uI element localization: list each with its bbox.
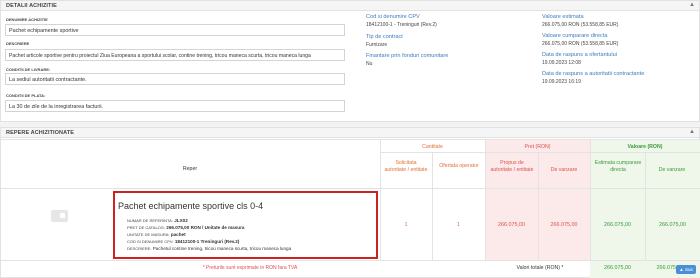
item-desc-value: Pachetul contine trening, tricou maneca … — [152, 246, 292, 251]
raspuns-autoritate-value: 19.09.2023 16:19 — [542, 79, 581, 85]
plata-label: CONDITII DE PLATA: — [6, 93, 46, 98]
item-catalog-label: PRET DE CATALOG: — [127, 225, 166, 230]
cell-val-vanzare: 266.075,00 — [659, 222, 686, 228]
col-divider — [590, 139, 591, 260]
denumire-field[interactable]: Pachet echipamente sportive — [5, 24, 345, 36]
col-reper-header: Reper — [182, 166, 198, 172]
details-panel-title: DETALII ACHIZITIE — [6, 3, 57, 9]
cpv-label: Cod si denumire CPV — [366, 14, 420, 20]
raspuns-autoritate-label: Data de raspuns a autoritatii contractan… — [542, 71, 645, 77]
tip-contract-label: Tip de contract — [366, 34, 403, 40]
totals-label: Valori totale (RON) * — [516, 265, 564, 271]
repere-panel-header[interactable]: REPERE ACHIZITIONATE ▲ — [1, 128, 699, 138]
grp-cantitate-header: Cantitate — [422, 144, 443, 150]
descriere-field[interactable]: Pachet articole sportive pentru proiectu… — [5, 49, 345, 61]
collapse-caret-icon[interactable]: ▲ — [689, 2, 695, 8]
repere-panel-title: REPERE ACHIZITIONATE — [6, 130, 75, 136]
item-image-placeholder — [51, 210, 68, 222]
item-catalog-row: PRET DE CATALOG: 266.075,00 RON / Unitat… — [127, 225, 244, 230]
collapse-caret-icon[interactable]: ▲ — [689, 129, 695, 135]
plata-field[interactable]: La 30 de zile de la inregistrarea factur… — [5, 100, 345, 112]
row-bottom-border — [0, 260, 700, 261]
denumire-label: DENUMIRE ACHIZITIE — [6, 17, 48, 22]
col-divider — [485, 139, 486, 260]
livrare-label: CONDITII DE LIVRARE: — [6, 67, 51, 72]
details-panel-header[interactable]: DETALII ACHIZITIE ▲ — [1, 1, 699, 11]
cell-estimata: 266.075,00 — [604, 222, 631, 228]
item-um-label: UNITATE DE MASURA: — [127, 232, 170, 237]
col-divider — [380, 139, 381, 260]
descriere-label: DESCRIERE — [6, 41, 30, 46]
raspuns-ofertant-label: Data de raspuns a ofertantului — [542, 52, 617, 58]
col-val-vanzare-header: De vanzare — [658, 167, 686, 173]
valoare-directa-label: Valoare cumparare directa — [542, 33, 608, 39]
valoare-estimata-label: Valoare estimata — [542, 14, 584, 20]
grp-pret-header: Pret (RON) — [524, 144, 551, 150]
details-panel: DETALII ACHIZITIE ▲ DENUMIRE ACHIZITIE P… — [0, 0, 700, 122]
col-ofertata-header: Ofertata operator — [439, 163, 479, 169]
item-cpv-value: 18412100-1 Treninguri (Rev.2) — [174, 239, 240, 244]
col-divider — [645, 152, 646, 260]
item-desc-label: DESCRIERE: — [127, 246, 152, 251]
cell-propus: 266.075,00 — [498, 222, 525, 228]
cell-ofertata: 1 — [457, 222, 460, 228]
scroll-to-top-button[interactable]: ▲ Sus — [676, 265, 696, 274]
valoare-directa-value: 266.075,00 RON (53.558,85 EUR) — [542, 41, 619, 47]
group-header-divider — [380, 152, 700, 153]
col-vanzare-header: De vanzare — [550, 167, 578, 173]
col-solicitata-header: Solicitata autoritate / entitate — [384, 160, 428, 173]
item-cpv-label: COD SI DENUMIRE CPV: — [127, 239, 174, 244]
col-estimata-header: Estimata cumparare directa — [594, 160, 642, 173]
col-divider — [432, 152, 433, 260]
raspuns-ofertant-value: 19.09.2023 12:08 — [542, 60, 581, 66]
livrare-field[interactable]: La sediul autoritatii contractante. — [5, 73, 345, 85]
cell-vanzare: 266.075,00 — [550, 222, 578, 228]
table-top-border — [0, 139, 700, 140]
cpv-value: 18412100-1 - Treninguri (Rev.2) — [366, 22, 437, 28]
cell-solicitata: 1 — [404, 222, 408, 228]
price-footnote: * Preturile sunt exprimate in RON fara T… — [202, 265, 298, 271]
item-cpv-row: COD SI DENUMIRE CPV: 18412100-1 Treningu… — [127, 239, 239, 244]
tip-contract-value: Furnizare — [366, 42, 388, 48]
item-ref-value: JLX02 — [174, 218, 188, 223]
col-divider — [538, 152, 539, 260]
item-ref-row: NUMAR DE REFERINTA: JLX02 — [127, 218, 188, 223]
item-catalog-value: 266.075,00 RON / Unitate de masura — [166, 225, 245, 230]
total-estimata: 266.075,00 — [604, 265, 631, 271]
col-propus-header: Propus de autoritate / entitate — [490, 160, 534, 173]
item-title: Pachet echipamente sportive cls 0-4 — [118, 201, 264, 211]
header-bottom-border — [0, 188, 700, 189]
fonduri-label: Finantare prin fonduri comunitare — [366, 53, 449, 59]
item-um-row: UNITATE DE MASURA: pachet — [127, 232, 186, 237]
fonduri-value: Nu — [366, 61, 373, 67]
item-um-value: pachet — [170, 232, 186, 237]
item-ref-label: NUMAR DE REFERINTA: — [127, 218, 173, 223]
grp-valoare-header: Valoare (RON) — [627, 144, 663, 150]
item-desc-row: DESCRIERE: Pachetul contine trening, tri… — [127, 246, 291, 251]
item-details-box: Pachet echipamente sportive cls 0-4 NUMA… — [113, 191, 378, 259]
valoare-estimata-value: 266.075,00 RON (53.558,85 EUR) — [542, 22, 619, 28]
